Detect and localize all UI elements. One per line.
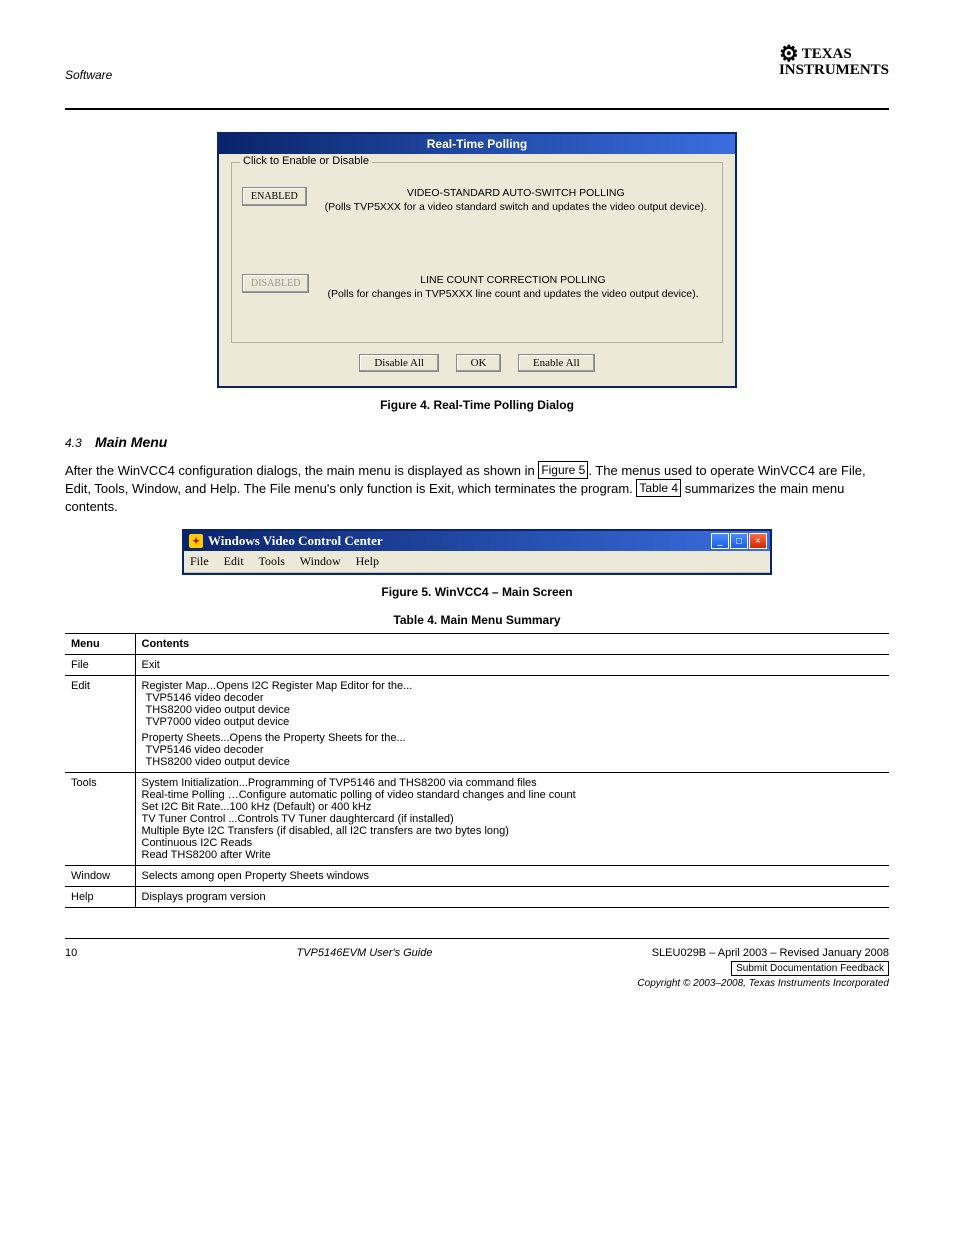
main-menu-summary-table: Menu Contents File Exit Edit Register Ma… — [65, 633, 889, 908]
table-row: Edit Register Map...Opens I2C Register M… — [65, 676, 889, 773]
enabled-button[interactable]: ENABLED — [242, 187, 307, 206]
page-header: Software ⚙TEXAS INSTRUMENTS — [65, 40, 889, 100]
minimize-button[interactable]: _ — [711, 533, 729, 549]
table4-caption: Table 4. Main Menu Summary — [65, 613, 889, 627]
group-title: Click to Enable or Disable — [240, 155, 372, 167]
line-count-polling-row: DISABLED LINE COUNT CORRECTION POLLING (… — [242, 274, 712, 301]
section-body: After the WinVCC4 configuration dialogs,… — [65, 462, 889, 516]
menu-file[interactable]: File — [190, 554, 209, 568]
figure4-caption: Figure 4. Real-Time Polling Dialog — [65, 398, 889, 412]
app-icon: ✦ — [189, 534, 203, 548]
line-count-desc: LINE COUNT CORRECTION POLLING (Polls for… — [327, 274, 698, 301]
window-title: Windows Video Control Center — [208, 533, 383, 549]
disabled-button[interactable]: DISABLED — [242, 274, 309, 293]
page-footer: 10 TVP5146EVM User's Guide SLEU029B – Ap… — [65, 947, 889, 976]
figure5-ref[interactable]: Figure 5 — [538, 461, 588, 479]
section-title: Main Menu — [95, 434, 167, 450]
auto-switch-desc: VIDEO-STANDARD AUTO-SWITCH POLLING (Poll… — [325, 187, 707, 214]
copyright: Copyright © 2003–2008, Texas Instruments… — [65, 978, 889, 989]
edit-cell: Register Map...Opens I2C Register Map Ed… — [135, 676, 889, 773]
dialog-button-row: Disable All OK Enable All — [231, 353, 723, 372]
maximize-button[interactable]: □ — [730, 533, 748, 549]
menu-help[interactable]: Help — [356, 554, 379, 568]
ti-chip-icon: ⚙ — [779, 42, 799, 65]
real-time-polling-dialog: Real-Time Polling Click to Enable or Dis… — [217, 132, 737, 388]
table4-ref[interactable]: Table 4 — [636, 479, 681, 497]
table-row: Tools System Initialization...Programmin… — [65, 773, 889, 866]
dialog-title: Real-Time Polling — [219, 134, 735, 154]
header-section-label: Software — [65, 68, 112, 82]
enable-all-button[interactable]: Enable All — [518, 354, 595, 372]
menu-bar: File Edit Tools Window Help — [184, 551, 770, 573]
footer-doc-code: SLEU029B – April 2003 – Revised January … — [652, 947, 889, 959]
header-rule — [65, 108, 889, 110]
table-row: File Exit — [65, 655, 889, 676]
winvcc4-main-window: ✦ Windows Video Control Center _ □ × Fil… — [182, 529, 772, 575]
ok-button[interactable]: OK — [456, 354, 502, 372]
table-row: Help Displays program version — [65, 887, 889, 908]
menu-edit[interactable]: Edit — [224, 554, 244, 568]
section-4-3: 4.3 Main Menu After the WinVCC4 configur… — [65, 434, 889, 516]
auto-switch-polling-row: ENABLED VIDEO-STANDARD AUTO-SWITCH POLLI… — [242, 187, 712, 214]
table-row: Window Selects among open Property Sheet… — [65, 866, 889, 887]
brand-logo: ⚙TEXAS INSTRUMENTS — [779, 40, 889, 79]
disable-all-button[interactable]: Disable All — [359, 354, 439, 372]
menu-tools[interactable]: Tools — [258, 554, 285, 568]
table-header-row: Menu Contents — [65, 634, 889, 655]
page-number: 10 — [65, 947, 77, 976]
footer-doc-title: TVP5146EVM User's Guide — [296, 947, 432, 976]
enable-disable-group: Click to Enable or Disable ENABLED VIDEO… — [231, 162, 723, 343]
feedback-link[interactable]: Submit Documentation Feedback — [731, 961, 889, 976]
tools-cell: System Initialization...Programming of T… — [135, 773, 889, 866]
close-button[interactable]: × — [749, 533, 767, 549]
menu-window[interactable]: Window — [300, 554, 341, 568]
figure5-caption: Figure 5. WinVCC4 – Main Screen — [65, 585, 889, 599]
footer-rule — [65, 938, 889, 939]
